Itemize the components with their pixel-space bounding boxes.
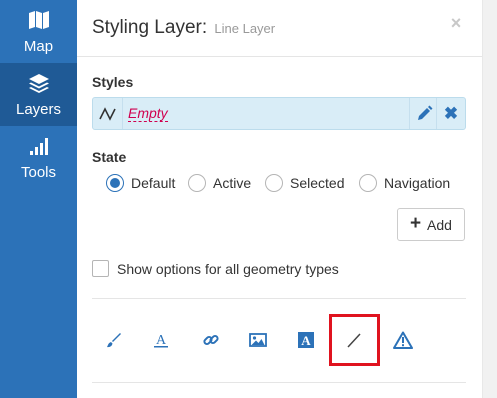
brush-icon[interactable]	[104, 330, 124, 350]
text-font-icon[interactable]: A	[151, 330, 171, 350]
add-button-label: Add	[427, 217, 452, 233]
line-icon[interactable]	[344, 330, 364, 350]
sidebar-item-label: Tools	[20, 164, 57, 181]
checkbox-label: Show options for all geometry types	[117, 261, 339, 277]
radio-button[interactable]	[106, 174, 124, 192]
image-icon[interactable]	[248, 330, 268, 350]
radio-button[interactable]	[359, 174, 377, 192]
radio-label: Selected	[290, 175, 345, 191]
state-label: State	[92, 149, 127, 165]
radio-button[interactable]	[188, 174, 206, 192]
pencil-icon	[418, 105, 433, 120]
panel-subtitle: Line Layer	[214, 21, 276, 36]
close-button[interactable]: ×	[447, 14, 465, 32]
divider	[92, 298, 466, 299]
map-icon	[0, 10, 77, 32]
sidebar-item-label: Map	[23, 38, 54, 55]
warning-icon[interactable]	[393, 330, 413, 350]
svg-text:A: A	[301, 333, 311, 348]
show-all-checkbox[interactable]	[92, 260, 109, 277]
sidebar-item-map[interactable]: Map	[0, 0, 77, 63]
signal-bars-icon	[0, 136, 77, 158]
divider	[92, 382, 466, 383]
add-button[interactable]: + Add	[397, 208, 465, 241]
edit-style-button[interactable]	[414, 104, 434, 124]
panel-header: Styling Layer: Line Layer ×	[77, 0, 482, 57]
scrollbar[interactable]	[482, 0, 497, 398]
text-box-icon[interactable]: A	[296, 330, 316, 350]
sidebar: Map Layers Tools	[0, 0, 77, 398]
delete-style-button[interactable]: ✖	[441, 104, 461, 124]
radio-button[interactable]	[265, 174, 283, 192]
svg-text:A: A	[156, 333, 167, 348]
styling-panel: Styling Layer: Line Layer × Styles Empty…	[77, 0, 482, 398]
style-row[interactable]: Empty ✖	[92, 97, 466, 130]
line-geometry-icon	[98, 105, 118, 123]
style-row-divider	[122, 98, 123, 129]
page-title: Styling Layer: Line Layer	[92, 17, 275, 40]
radio-label: Default	[131, 175, 176, 191]
panel-title: Styling Layer:	[92, 17, 208, 38]
style-row-divider	[409, 98, 410, 129]
radio-label: Active	[213, 175, 252, 191]
sidebar-item-label: Layers	[15, 101, 62, 118]
style-row-divider	[436, 98, 437, 129]
plus-icon: +	[410, 213, 422, 234]
radio-label: Navigation	[384, 175, 451, 191]
sidebar-item-tools[interactable]: Tools	[0, 126, 77, 189]
link-icon[interactable]	[201, 330, 221, 350]
style-name-link[interactable]: Empty	[128, 105, 168, 122]
styles-label: Styles	[92, 74, 134, 90]
layers-icon	[0, 73, 77, 95]
sidebar-item-layers[interactable]: Layers	[0, 63, 77, 126]
